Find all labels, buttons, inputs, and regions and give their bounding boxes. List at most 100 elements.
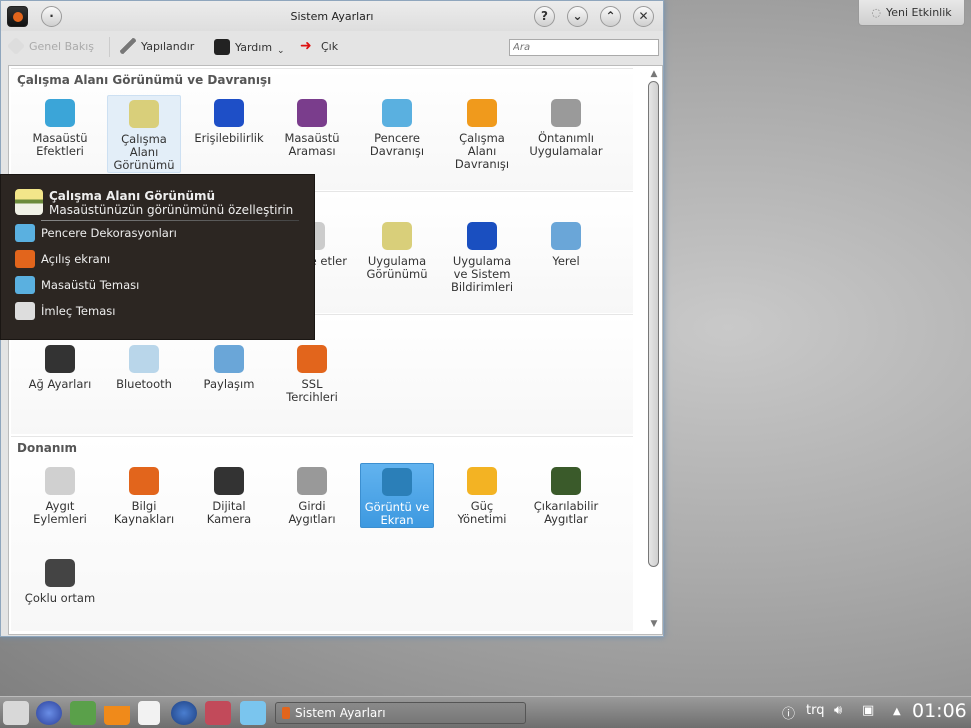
module-icon — [129, 100, 159, 128]
module-label: Uygulama ve Sistem Bildirimleri — [450, 254, 514, 294]
display-settings-icon[interactable] — [240, 701, 266, 725]
configure-button[interactable]: Yapılandır — [120, 38, 194, 54]
new-activity-button[interactable]: ◌ Yeni Etkinlik — [858, 0, 965, 26]
module-icon — [15, 224, 35, 242]
category-tooltip-popup: Çalışma Alanı Görünümü Masaüstünüzün gör… — [0, 174, 315, 340]
activity-icon: ◌ — [871, 6, 881, 19]
module-icon — [45, 99, 75, 127]
settings-module-item[interactable]: Çalışma Alanı Davranışı — [445, 95, 519, 171]
scroll-down-arrow[interactable]: ▼ — [647, 619, 661, 629]
settings-module-item[interactable]: Bluetooth — [107, 341, 181, 391]
settings-module-item[interactable]: Uygulama ve Sistem Bildirimleri — [445, 218, 519, 294]
settings-module-item[interactable]: Pencere Davranışı — [360, 95, 434, 158]
module-icon — [467, 222, 497, 250]
settings-module-item[interactable]: Aygıt Eylemleri — [23, 463, 97, 526]
help-button[interactable]: ? — [534, 6, 555, 27]
module-icon — [382, 99, 412, 127]
settings-module-item[interactable]: Masaüstü Araması — [275, 95, 349, 158]
popup-divider — [41, 220, 299, 221]
window-title: Sistem Ayarları — [290, 10, 374, 23]
chevron-down-icon: ⌄ — [277, 46, 285, 56]
module-icon — [382, 222, 412, 250]
popup-module-item[interactable]: Masaüstü Teması — [15, 276, 139, 294]
module-label: Pencere Davranışı — [369, 131, 425, 158]
vertical-scrollbar[interactable]: ▲ ▼ — [647, 69, 661, 631]
overview-label: Genel Bakış — [29, 39, 95, 53]
popup-item-label: Masaüstü Teması — [41, 278, 140, 292]
settings-module-item[interactable]: Güç Yönetimi — [445, 463, 519, 526]
volume-icon[interactable]: 🔊︎ — [834, 703, 842, 718]
close-button[interactable]: ✕ — [633, 6, 654, 27]
configure-label: Yapılandır — [141, 39, 195, 53]
settings-module-item[interactable]: Çoklu ortam — [23, 555, 97, 605]
network-icon[interactable]: ▣ — [862, 703, 874, 718]
settings-module-item[interactable]: Ağ Ayarları — [23, 341, 97, 391]
settings-module-item[interactable]: Çalışma Alanı Görünümü — [107, 95, 181, 173]
module-label: Ağ Ayarları — [28, 377, 92, 391]
module-icon — [15, 276, 35, 294]
help-menu-button[interactable]: Yardım ⌄ — [214, 38, 285, 56]
module-label: Görüntü ve Ekran — [364, 500, 430, 527]
system-settings-icon — [282, 707, 290, 719]
settings-module-item[interactable]: Öntanımlı Uygulamalar — [529, 95, 603, 158]
package-manager-icon[interactable] — [205, 701, 231, 725]
overview-button[interactable]: Genel Bakış — [6, 36, 95, 56]
module-label: Masaüstü Efektleri — [32, 131, 88, 158]
module-label: Erişilebilirlik — [194, 131, 264, 145]
module-icon — [129, 467, 159, 495]
module-label: Bilgi Kaynakları — [113, 499, 175, 526]
module-icon — [15, 250, 35, 268]
module-label: Çalışma Alanı Davranışı — [454, 131, 510, 171]
scrollbar-thumb[interactable] — [648, 81, 659, 567]
taskbar-task-system-settings[interactable]: Sistem Ayarları — [275, 702, 526, 724]
toolbar-separator — [109, 37, 110, 57]
module-label: SSL Tercihleri — [286, 377, 338, 404]
photo-app-icon[interactable] — [70, 701, 96, 725]
settings-module-item[interactable]: Çıkarılabilir Aygıtlar — [529, 463, 603, 526]
module-icon — [15, 302, 35, 320]
maximize-button[interactable]: ⌃ — [600, 6, 621, 27]
document-icon[interactable] — [138, 701, 160, 725]
module-icon — [382, 468, 412, 496]
settings-module-item[interactable]: Yerel — [529, 218, 603, 268]
title-bar[interactable]: · Sistem Ayarları ? ⌄ ⌃ ✕ — [1, 1, 663, 31]
help-icon — [214, 39, 230, 55]
popup-item-label: İmleç Teması — [41, 304, 116, 318]
module-icon — [297, 467, 327, 495]
settings-module-item[interactable]: Girdi Aygıtları — [275, 463, 349, 526]
keyboard-layout[interactable]: trq — [806, 703, 824, 718]
popup-module-item[interactable]: Pencere Dekorasyonları — [15, 224, 177, 242]
settings-module-item[interactable]: Uygulama Görünümü — [360, 218, 434, 281]
module-icon — [551, 99, 581, 127]
quit-button[interactable]: ➜ Çık — [300, 38, 338, 54]
clock[interactable]: 01:06 — [912, 700, 967, 722]
dolphin-icon[interactable] — [171, 701, 197, 725]
module-label: Uygulama Görünümü — [366, 254, 428, 281]
module-icon — [467, 467, 497, 495]
search-input[interactable] — [509, 39, 659, 56]
popup-subtitle: Masaüstünüzün görünümünü özelleştirin — [49, 203, 294, 217]
settings-module-item[interactable]: Erişilebilirlik — [192, 95, 266, 145]
minimize-button[interactable]: ⌄ — [567, 6, 588, 27]
settings-module-item[interactable]: Bilgi Kaynakları — [107, 463, 181, 526]
settings-module-item[interactable]: SSL Tercihleri — [275, 341, 349, 404]
settings-module-item[interactable]: Görüntü ve Ekran — [360, 463, 434, 528]
tray-expand-icon[interactable]: ▲ — [893, 706, 901, 717]
module-label: Çıkarılabilir Aygıtlar — [533, 499, 599, 526]
module-icon — [214, 99, 244, 127]
settings-module-item[interactable]: Dijital Kamera — [192, 463, 266, 526]
scroll-up-arrow[interactable]: ▲ — [647, 69, 661, 79]
browser-icon[interactable] — [36, 701, 62, 725]
vlc-icon[interactable] — [104, 701, 130, 725]
module-icon — [551, 467, 581, 495]
section-title: Çalışma Alanı Görünümü ve Davranışı — [17, 73, 272, 87]
info-icon[interactable]: ⓘ — [782, 703, 795, 722]
popup-module-item[interactable]: Açılış ekranı — [15, 250, 110, 268]
app-launcher-icon[interactable] — [3, 701, 29, 725]
task-label: Sistem Ayarları — [295, 706, 386, 720]
wrench-icon — [120, 38, 136, 54]
settings-module-item[interactable]: Masaüstü Efektleri — [23, 95, 97, 158]
popup-module-item[interactable]: İmleç Teması — [15, 302, 115, 320]
settings-module-item[interactable]: Paylaşım — [192, 341, 266, 391]
category-section: Çalışma Alanı Görünümü ve Davranışı Masaü… — [11, 68, 633, 190]
